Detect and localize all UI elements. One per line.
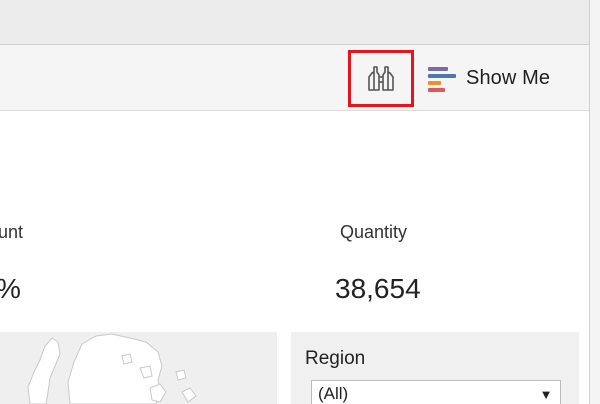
kpi-value-quantity: 38,654 xyxy=(335,273,421,304)
binoculars-icon xyxy=(368,65,394,91)
kpi-label-discount: unt xyxy=(0,222,24,242)
kpi-value-discount: % xyxy=(0,273,21,305)
dropdown-arrow-icon: ▼ xyxy=(539,386,553,402)
region-dropdown[interactable]: (All) ▼ xyxy=(311,380,561,404)
show-me-label: Show Me xyxy=(466,66,551,89)
show-me-button[interactable]: Show Me xyxy=(428,62,550,94)
region-dropdown-value: (All) xyxy=(318,384,349,403)
kpi-label-quantity: Quantity xyxy=(340,222,408,242)
region-filter: Region (All) ▼ xyxy=(291,332,579,404)
filter-title: Region xyxy=(305,348,366,369)
map-view[interactable] xyxy=(0,332,277,404)
show-me-icon xyxy=(428,64,458,92)
map-shapes xyxy=(27,333,197,404)
find-button[interactable] xyxy=(348,50,414,107)
window-titlebar xyxy=(0,0,600,45)
window-edge xyxy=(589,0,600,404)
